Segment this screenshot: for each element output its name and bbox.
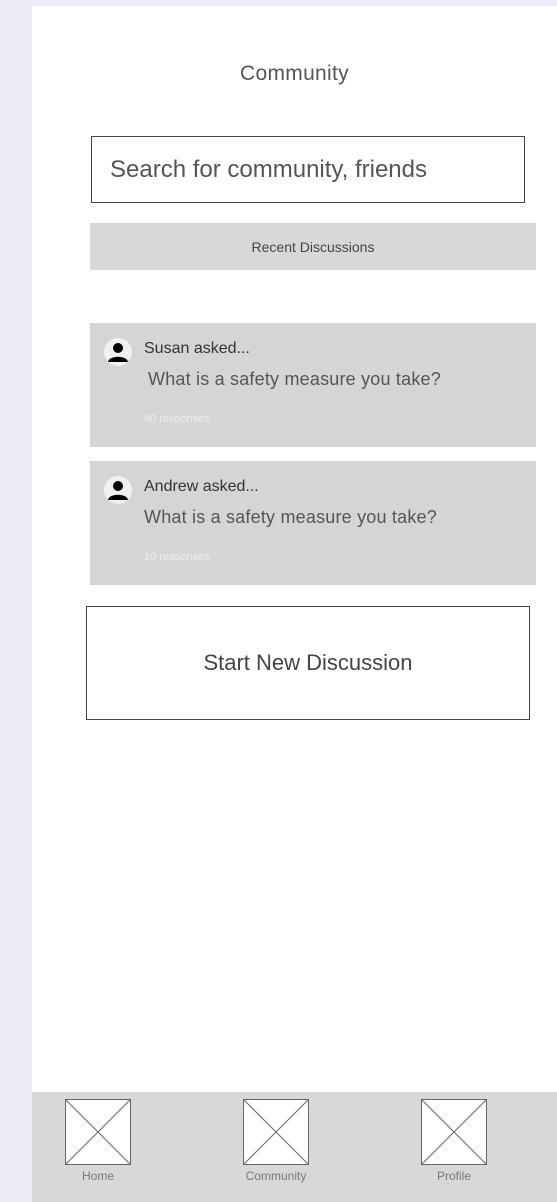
image-placeholder-icon — [243, 1099, 309, 1165]
recent-discussions-header: Recent Discussions — [90, 223, 536, 270]
nav-item-profile[interactable]: Profile — [404, 1099, 504, 1202]
discussion-question: What is a safety measure you take? — [148, 369, 441, 389]
discussion-asker: Andrew asked... — [144, 478, 259, 495]
nav-label-profile: Profile — [436, 1169, 471, 1183]
image-placeholder-icon — [421, 1099, 487, 1165]
bottom-nav: Home Community Profile — [32, 1092, 557, 1202]
discussion-response-count: 10 responses — [144, 551, 211, 563]
nav-label-community: Community — [245, 1169, 307, 1183]
nav-item-community[interactable]: Community — [226, 1099, 326, 1202]
discussion-question: What is a safety measure you take? — [144, 507, 437, 527]
start-new-discussion-button[interactable]: Start New Discussion — [86, 606, 530, 720]
discussion-card[interactable]: Andrew asked... What is a safety measure… — [90, 461, 536, 585]
discussion-card[interactable]: Susan asked... What is a safety measure … — [90, 323, 536, 447]
image-placeholder-icon — [65, 1099, 131, 1165]
search-input[interactable] — [91, 136, 525, 203]
nav-item-home[interactable]: Home — [48, 1099, 148, 1202]
person-icon — [104, 476, 132, 504]
discussion-response-count: 40 responses — [144, 413, 211, 425]
discussion-asker: Susan asked... — [144, 340, 250, 357]
person-icon — [104, 338, 132, 366]
community-screen: Community Recent Discussions Susan asked… — [32, 6, 557, 1202]
page-title: Community — [240, 62, 349, 85]
nav-label-home: Home — [81, 1169, 114, 1183]
